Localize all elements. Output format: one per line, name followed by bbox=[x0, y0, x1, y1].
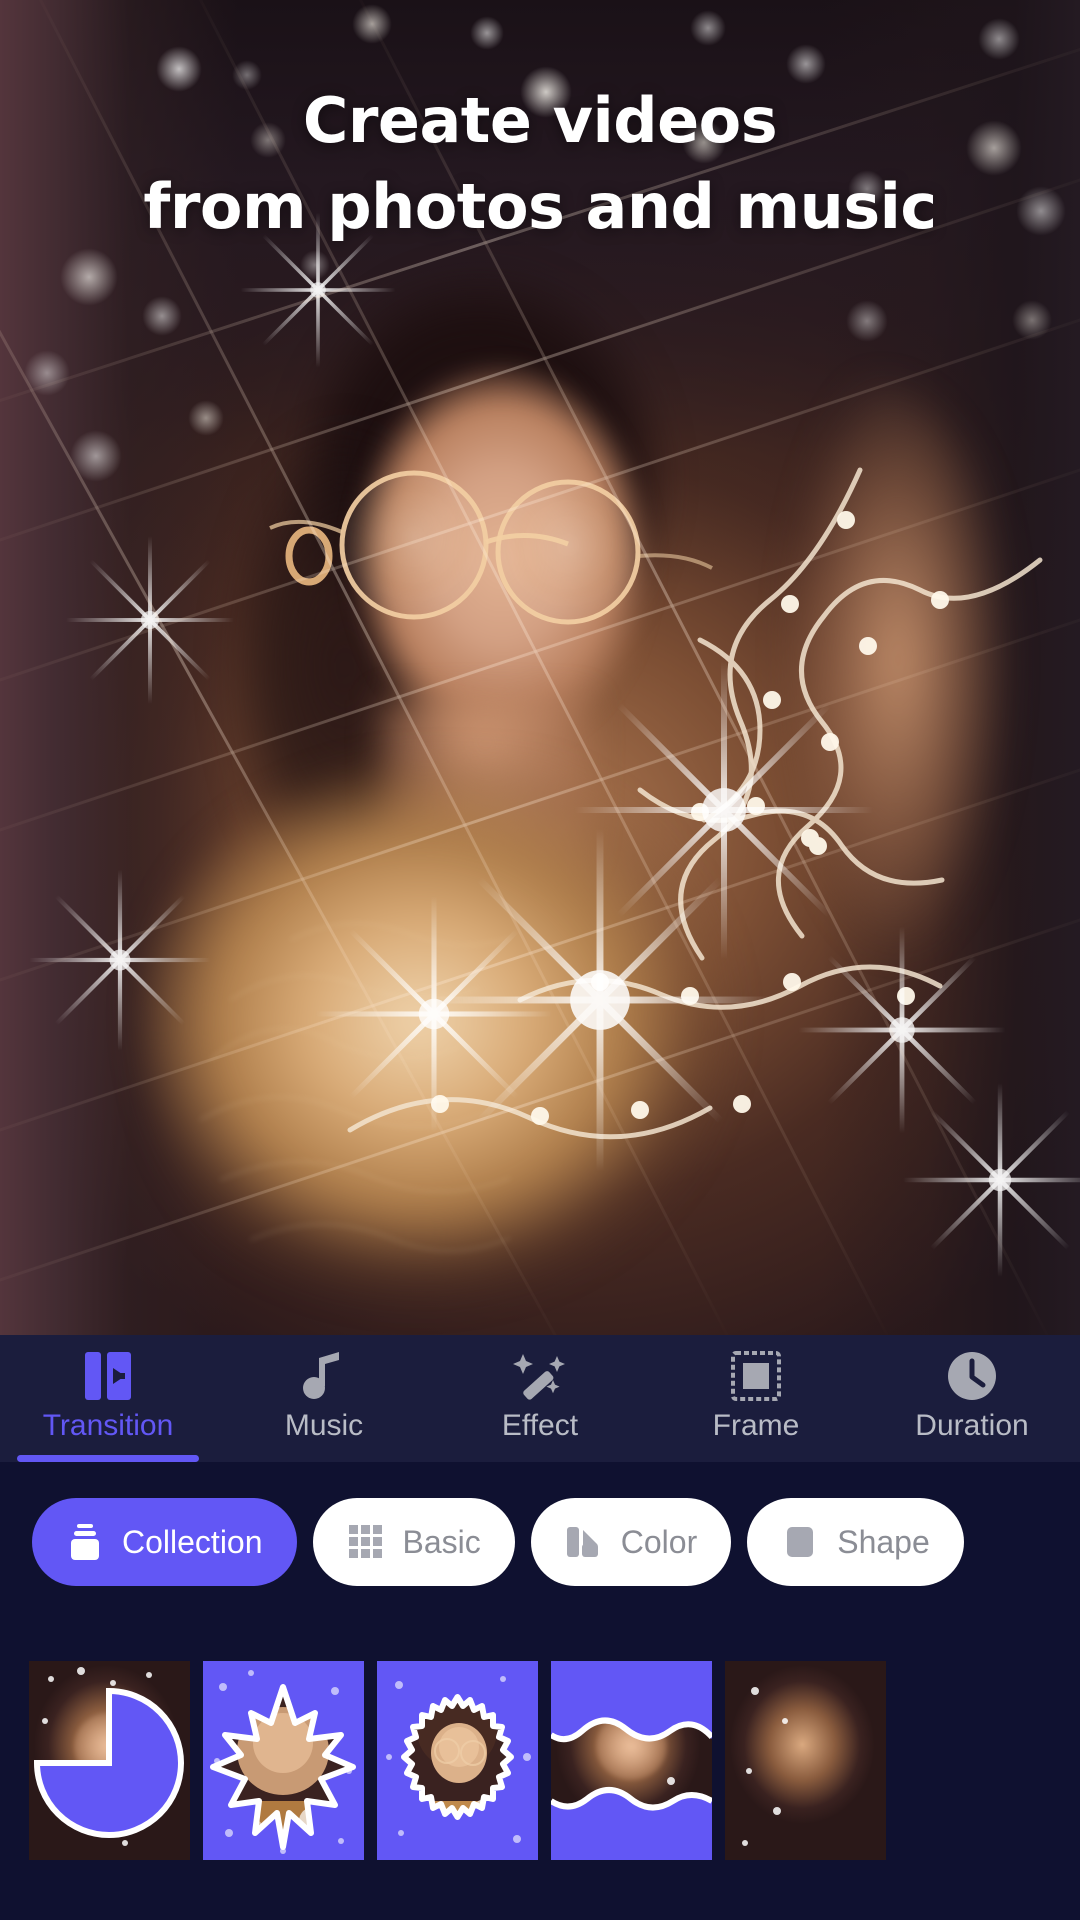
transition-thumb-pie[interactable] bbox=[29, 1661, 190, 1860]
editor-toolbar: Transition Music Effect Frame Duration bbox=[0, 1335, 1080, 1462]
chip-color[interactable]: Color bbox=[530, 1498, 732, 1586]
square-icon bbox=[781, 1523, 819, 1561]
headline-line-1: Create videos bbox=[302, 84, 778, 157]
tab-label-frame: Frame bbox=[712, 1409, 800, 1442]
transition-icon bbox=[81, 1349, 135, 1403]
page-title: Create videos from photos and music bbox=[0, 78, 1080, 250]
tab-frame[interactable]: Frame bbox=[648, 1335, 864, 1462]
chip-label-color: Color bbox=[620, 1523, 698, 1560]
clock-icon bbox=[946, 1349, 998, 1403]
filter-chip-row[interactable]: Collection Basic Color Shape bbox=[0, 1496, 1080, 1588]
palette-icon bbox=[565, 1523, 603, 1561]
video-preview[interactable]: Create videos from photos and music bbox=[0, 0, 1080, 1335]
zigzag-circle-mask bbox=[401, 1694, 514, 1820]
transition-thumb-zigzag[interactable] bbox=[377, 1661, 538, 1860]
music-note-icon bbox=[301, 1349, 347, 1403]
active-tab-underline bbox=[17, 1455, 199, 1462]
tab-label-effect: Effect bbox=[501, 1409, 579, 1442]
app-root: Create videos from photos and music Tran… bbox=[0, 0, 1080, 1920]
transition-thumb-wave[interactable] bbox=[551, 1661, 712, 1860]
transition-thumbnail-list[interactable] bbox=[0, 1661, 1080, 1861]
transition-panel: Collection Basic Color Shape bbox=[0, 1462, 1080, 1920]
chip-label-shape: Shape bbox=[837, 1523, 930, 1560]
tab-label-duration: Duration bbox=[915, 1409, 1029, 1442]
chip-shape[interactable]: Shape bbox=[747, 1498, 964, 1586]
chip-basic[interactable]: Basic bbox=[312, 1498, 515, 1586]
tab-label-transition: Transition bbox=[42, 1409, 174, 1442]
wave-wipe-mask bbox=[551, 1661, 712, 1860]
magic-wand-icon bbox=[513, 1349, 567, 1403]
layers-icon bbox=[66, 1523, 104, 1561]
tab-duration[interactable]: Duration bbox=[864, 1335, 1080, 1462]
transition-thumb-partial[interactable] bbox=[725, 1661, 886, 1860]
chip-collection[interactable]: Collection bbox=[32, 1498, 297, 1586]
transition-thumb-leaf[interactable] bbox=[203, 1661, 364, 1860]
maple-leaf-mask bbox=[210, 1684, 356, 1850]
tab-label-music: Music bbox=[284, 1409, 364, 1442]
pie-wipe-mask bbox=[33, 1687, 184, 1838]
tab-transition[interactable]: Transition bbox=[0, 1335, 216, 1462]
chip-label-basic: Basic bbox=[402, 1523, 481, 1560]
tab-effect[interactable]: Effect bbox=[432, 1335, 648, 1462]
grid-icon bbox=[347, 1523, 385, 1561]
headline-line-2: from photos and music bbox=[143, 170, 937, 243]
frame-icon bbox=[731, 1349, 781, 1403]
chip-label-collection: Collection bbox=[122, 1523, 263, 1560]
thumb-sparkles bbox=[742, 1687, 788, 1846]
tab-music[interactable]: Music bbox=[216, 1335, 432, 1462]
